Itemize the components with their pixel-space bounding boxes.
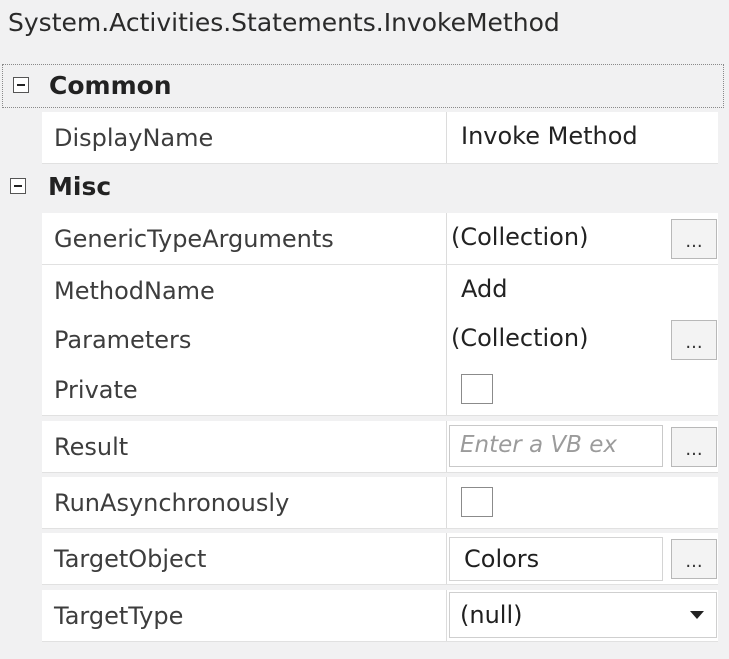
- property-value-cell[interactable]: Colors ...: [446, 533, 719, 585]
- dropdown-arrow-icon[interactable]: [690, 611, 704, 619]
- result-expression-input[interactable]: [450, 426, 660, 464]
- methodname-value[interactable]: Add: [461, 265, 507, 313]
- property-row-private[interactable]: Private: [42, 364, 718, 416]
- targetobject-expression-box[interactable]: Colors: [449, 537, 663, 581]
- targettype-value: (null): [460, 601, 523, 629]
- ellipsis-button[interactable]: ...: [671, 539, 717, 579]
- targetobject-value[interactable]: Colors: [464, 538, 539, 580]
- property-value-cell[interactable]: Add: [446, 265, 719, 317]
- property-name: DisplayName: [54, 124, 214, 152]
- runasynchronously-checkbox[interactable]: [461, 487, 493, 517]
- property-row-methodname[interactable]: MethodName Add: [42, 265, 718, 317]
- property-name: GenericTypeArguments: [54, 225, 334, 253]
- property-row-targetobject[interactable]: TargetObject Colors ...: [42, 533, 718, 585]
- property-name: Private: [54, 376, 138, 404]
- generictypearguments-value: (Collection): [451, 223, 589, 251]
- ellipsis-button[interactable]: ...: [671, 219, 717, 259]
- property-name: Result: [54, 433, 129, 461]
- result-expression-box[interactable]: [449, 425, 663, 467]
- property-name: Parameters: [54, 326, 192, 354]
- property-row-generictypearguments[interactable]: GenericTypeArguments (Collection) ...: [42, 213, 718, 265]
- property-row-displayname[interactable]: DisplayName Invoke Method: [42, 112, 718, 164]
- property-value-cell[interactable]: Invoke Method: [446, 112, 719, 164]
- property-row-parameters[interactable]: Parameters (Collection) ...: [42, 314, 718, 366]
- property-name: TargetType: [54, 602, 184, 630]
- property-row-result[interactable]: Result ...: [42, 421, 718, 473]
- category-misc-label: Misc: [48, 172, 112, 201]
- targettype-dropdown[interactable]: (null): [449, 592, 717, 638]
- property-value-cell[interactable]: ...: [446, 421, 719, 473]
- property-value-cell[interactable]: (Collection) ...: [446, 213, 719, 265]
- ellipsis-button[interactable]: ...: [671, 427, 717, 467]
- ellipsis-button[interactable]: ...: [671, 320, 717, 360]
- property-name: RunAsynchronously: [54, 489, 290, 517]
- collapse-icon[interactable]: [13, 77, 29, 93]
- category-common-label: Common: [49, 71, 172, 100]
- property-name: MethodName: [54, 277, 215, 305]
- property-name: TargetObject: [54, 545, 207, 573]
- private-checkbox[interactable]: [461, 374, 493, 404]
- category-common[interactable]: Common: [2, 64, 724, 108]
- property-value-cell[interactable]: (null): [446, 590, 719, 642]
- property-value-cell[interactable]: (Collection) ...: [446, 314, 719, 366]
- property-row-targettype[interactable]: TargetType (null): [42, 590, 718, 642]
- property-value-cell[interactable]: [446, 364, 719, 416]
- parameters-value: (Collection): [451, 324, 589, 352]
- displayname-value[interactable]: Invoke Method: [461, 112, 638, 160]
- activity-type-title: System.Activities.Statements.InvokeMetho…: [8, 8, 560, 37]
- collapse-icon[interactable]: [10, 178, 26, 194]
- category-misc[interactable]: Misc: [0, 166, 729, 210]
- property-value-cell[interactable]: [446, 477, 719, 529]
- property-grid: System.Activities.Statements.InvokeMetho…: [0, 0, 729, 659]
- property-row-runasynchronously[interactable]: RunAsynchronously: [42, 477, 718, 529]
